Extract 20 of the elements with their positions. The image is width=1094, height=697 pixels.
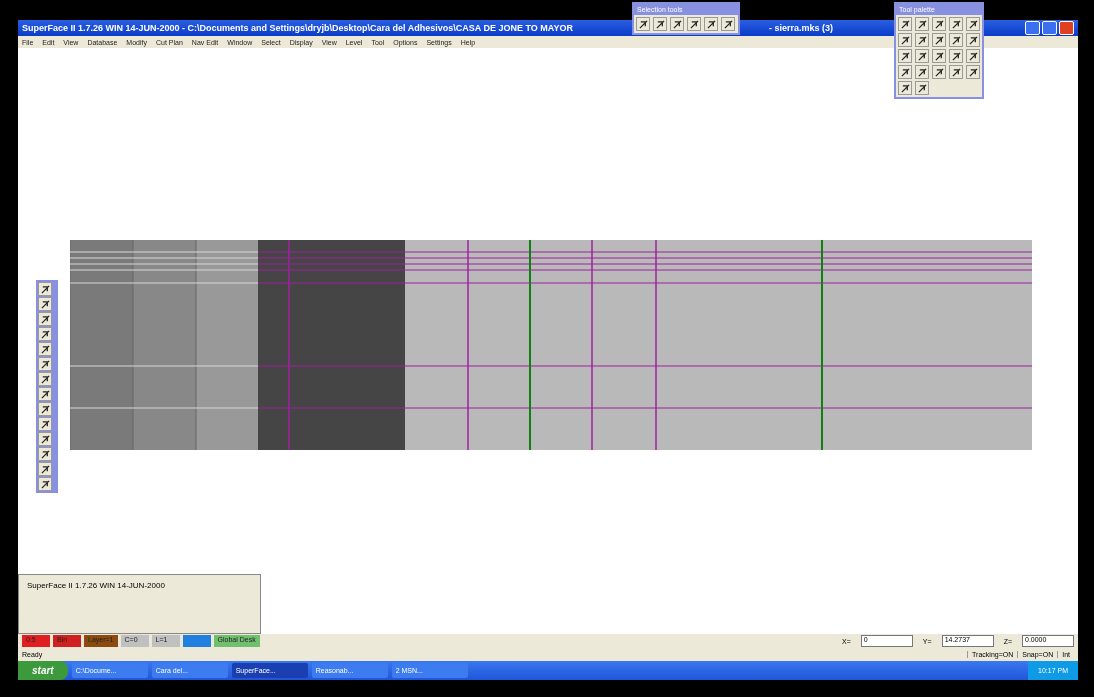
tool-button[interactable]	[704, 17, 718, 31]
window-title-tail: - sierra.mks (3)	[769, 23, 834, 33]
tool-button[interactable]	[636, 17, 650, 31]
status-chip[interactable]	[182, 635, 211, 647]
tool-button[interactable]	[653, 17, 667, 31]
tool-button[interactable]	[721, 17, 735, 31]
arrow-icon	[689, 19, 699, 29]
tool-button[interactable]	[670, 17, 684, 31]
minimize-button[interactable]	[1025, 21, 1040, 35]
arrow-icon	[723, 19, 733, 29]
maximize-button[interactable]	[1042, 21, 1057, 35]
command-window: SuperFace II 1.7.26 WIN 14-JUN-2000	[18, 574, 261, 634]
close-button[interactable]	[1059, 21, 1074, 35]
tool-button[interactable]	[687, 17, 701, 31]
arrow-icon	[638, 19, 648, 29]
arrow-icon	[655, 19, 665, 29]
window-title: SuperFace II 1.7.26 WIN 14-JUN-2000 - C:\Documents and Settings\dryjb\Desktop\Cara del Adhesivos\CASA DE JONE TO MAYOR	[22, 23, 573, 33]
arrow-icon	[706, 19, 716, 29]
start-button[interactable]: start	[18, 661, 68, 680]
arrow-icon	[672, 19, 682, 29]
